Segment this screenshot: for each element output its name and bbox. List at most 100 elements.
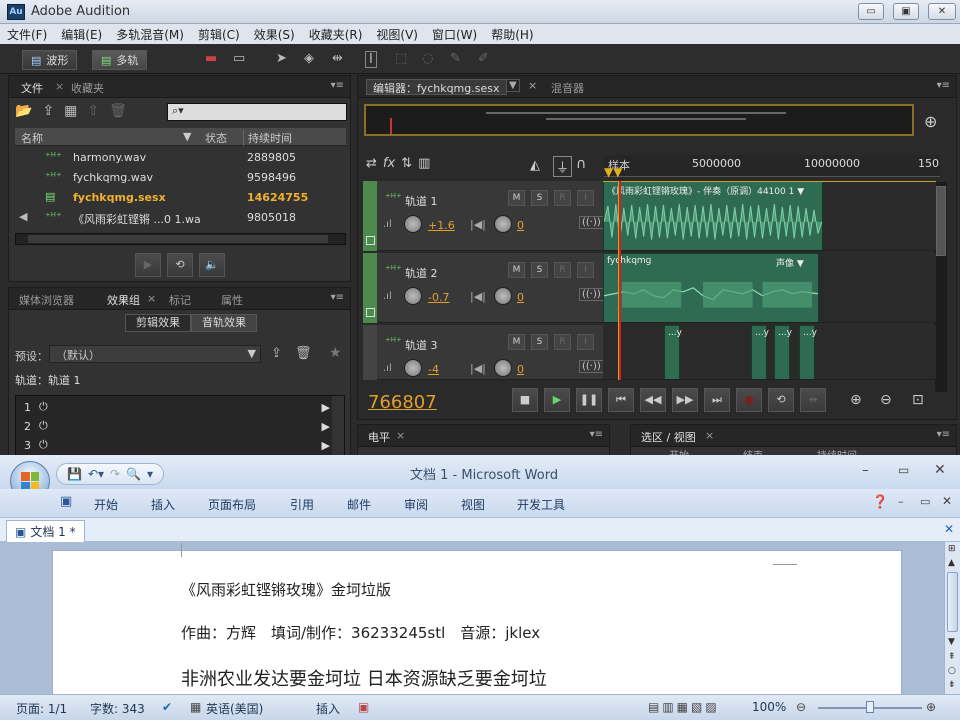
- slots-scrollbar[interactable]: [332, 396, 344, 455]
- tab-favorites[interactable]: 收藏夹: [71, 80, 104, 96]
- zoom-in-icon[interactable]: ⊕: [926, 700, 936, 714]
- file-row[interactable]: ▤ fychkqmg.sesx 14624755: [15, 188, 344, 208]
- io-icon[interactable]: ⇄: [366, 156, 377, 171]
- rewind-button[interactable]: ◀◀: [640, 388, 666, 412]
- insert-mode[interactable]: 插入: [316, 700, 340, 717]
- overview-bar[interactable]: [364, 104, 914, 136]
- doc-minimize-icon[interactable]: –: [898, 495, 904, 508]
- volume-knob[interactable]: [404, 359, 422, 377]
- new-file-icon[interactable]: ▦: [64, 103, 77, 119]
- read-automation-icon[interactable]: ((·)): [579, 216, 604, 229]
- language-status[interactable]: 英语(美国): [206, 700, 263, 717]
- track-2-lane[interactable]: fychkqmg 声像 ▼: [603, 253, 936, 323]
- panel-menu-icon[interactable]: ▾≡: [590, 429, 603, 440]
- playhead[interactable]: [619, 181, 621, 380]
- file-row[interactable]: ⁺ᴴ⁺ fychkqmg.wav 9598496: [15, 168, 344, 188]
- zoom-out-icon[interactable]: ⊖: [796, 700, 806, 714]
- pitch-display-icon[interactable]: ▭: [233, 51, 245, 66]
- solo-button[interactable]: S: [531, 262, 548, 278]
- close-editor-icon[interactable]: ×: [528, 79, 537, 92]
- solo-button[interactable]: S: [531, 190, 548, 206]
- close-button[interactable]: ✕: [928, 3, 956, 20]
- audio-clip[interactable]: ...y: [664, 325, 682, 379]
- mute-button[interactable]: M: [508, 190, 525, 206]
- minimize-button[interactable]: ▭: [858, 3, 884, 20]
- volume-knob[interactable]: [404, 287, 422, 305]
- track-3[interactable]: ⁺ᴴ⁺ 轨道 3 M S R I .ıl -4 |◀| 0 ((·)): [363, 325, 604, 380]
- minimize-button[interactable]: –: [862, 463, 869, 478]
- play-button[interactable]: ▶: [544, 388, 570, 412]
- menu-clip[interactable]: 剪辑(C): [191, 26, 247, 43]
- view-buttons[interactable]: ▤▥▦▧▨: [648, 700, 720, 714]
- effect-slot[interactable]: 3 ⏻ ▶: [16, 436, 334, 454]
- delete-icon[interactable]: 🗑: [109, 103, 127, 119]
- mute-button[interactable]: M: [508, 334, 525, 350]
- tab-levels[interactable]: 电平: [368, 429, 390, 445]
- file-row[interactable]: ◀ ⁺ᴴ⁺ 《风雨彩虹铿锵 ...0 1.wa 9805018: [15, 208, 344, 228]
- zoom-full-icon[interactable]: ⊡: [912, 392, 924, 408]
- menu-file[interactable]: 文件(F): [0, 26, 54, 43]
- monitor-input-button[interactable]: I: [577, 334, 594, 350]
- eq-icon[interactable]: ▥: [418, 156, 430, 171]
- pan-knob[interactable]: [494, 359, 512, 377]
- delete-preset-icon[interactable]: 🗑: [295, 346, 312, 361]
- send-icon[interactable]: ⇅: [401, 156, 412, 171]
- tab-references[interactable]: 引用: [290, 496, 314, 513]
- menu-effects[interactable]: 效果(S): [247, 26, 302, 43]
- preview-play-button[interactable]: ▶: [135, 253, 161, 277]
- select-browse-object-icon[interactable]: ○: [948, 666, 956, 676]
- mute-button[interactable]: M: [508, 262, 525, 278]
- pan-value[interactable]: 0: [517, 363, 524, 376]
- go-to-end-button[interactable]: ⏭: [704, 388, 730, 412]
- volume-value[interactable]: -0.7: [428, 291, 449, 304]
- timecode-display[interactable]: 766807: [368, 392, 437, 413]
- favorite-star-icon[interactable]: ★: [329, 345, 342, 361]
- record-tool-icon[interactable]: ⏚: [553, 156, 573, 177]
- pause-button[interactable]: ❚❚: [576, 388, 602, 412]
- help-icon[interactable]: ❓: [872, 495, 888, 510]
- fx-icon[interactable]: fx: [383, 156, 395, 171]
- stop-button[interactable]: ■: [512, 388, 538, 412]
- preview-autoplay-button[interactable]: 🔈: [199, 253, 225, 277]
- file-row[interactable]: ⁺ᴴ⁺ harmony.wav 2889805: [15, 148, 344, 168]
- slip-tool-icon[interactable]: ⇹: [332, 51, 343, 66]
- tab-editor[interactable]: 编辑器：fychkqmg.sesx: [366, 79, 507, 95]
- multitrack-mode-button[interactable]: ▤ 多轨: [92, 50, 148, 70]
- tab-view[interactable]: 视图: [461, 496, 485, 513]
- restore-button[interactable]: ▭: [898, 463, 909, 477]
- tab-media-browser[interactable]: 媒体浏览器: [19, 292, 74, 308]
- tab-mailings[interactable]: 邮件: [347, 496, 371, 513]
- maximize-button[interactable]: ▣: [893, 3, 919, 20]
- col-status[interactable]: 状态: [205, 130, 227, 146]
- audio-clip[interactable]: ...y: [774, 325, 792, 379]
- file-search-input[interactable]: ⌕▾: [167, 103, 347, 121]
- menu-favorites[interactable]: 收藏夹(R): [302, 26, 370, 43]
- tab-page-layout[interactable]: 页面布局: [208, 496, 256, 513]
- menu-view[interactable]: 视图(V): [369, 26, 425, 43]
- ruler-toggle-icon[interactable]: ⊞: [948, 544, 956, 554]
- files-hscrollbar[interactable]: [15, 233, 346, 245]
- pan-knob[interactable]: [494, 287, 512, 305]
- menu-edit[interactable]: 编辑(E): [54, 26, 109, 43]
- metronome-icon[interactable]: ◭: [530, 158, 540, 173]
- word-count[interactable]: 字数: 343: [90, 700, 145, 717]
- slot-arrow-icon[interactable]: ▶: [322, 420, 330, 433]
- tab-mixer[interactable]: 混音器: [551, 80, 584, 96]
- close-tab-icon[interactable]: ✕: [944, 522, 954, 536]
- slot-arrow-icon[interactable]: ▶: [322, 401, 330, 414]
- scroll-thumb[interactable]: [947, 572, 958, 632]
- arm-record-button[interactable]: R: [554, 262, 571, 278]
- doc-restore-icon[interactable]: ▭: [920, 495, 930, 508]
- document-tab[interactable]: ▣ 文档 1 *: [6, 520, 85, 542]
- zoom-level[interactable]: 100%: [752, 700, 786, 714]
- track-name[interactable]: 轨道 3: [405, 337, 438, 353]
- panel-menu-icon[interactable]: ▾≡: [331, 80, 344, 91]
- import-icon[interactable]: ⇪: [42, 103, 54, 119]
- proofing-icon[interactable]: ✔: [162, 700, 172, 714]
- open-folder-icon[interactable]: 📂: [15, 103, 32, 119]
- audio-clip[interactable]: 《风雨彩虹铿锵玫瑰》- 伴奏（原调）44100 1 ▼: [603, 181, 823, 250]
- spectral-display-icon[interactable]: ▬: [205, 51, 217, 66]
- skip-selection-button[interactable]: ⇹: [800, 388, 826, 412]
- tab-markers[interactable]: 标记: [169, 292, 191, 308]
- record-button[interactable]: ●: [736, 388, 762, 412]
